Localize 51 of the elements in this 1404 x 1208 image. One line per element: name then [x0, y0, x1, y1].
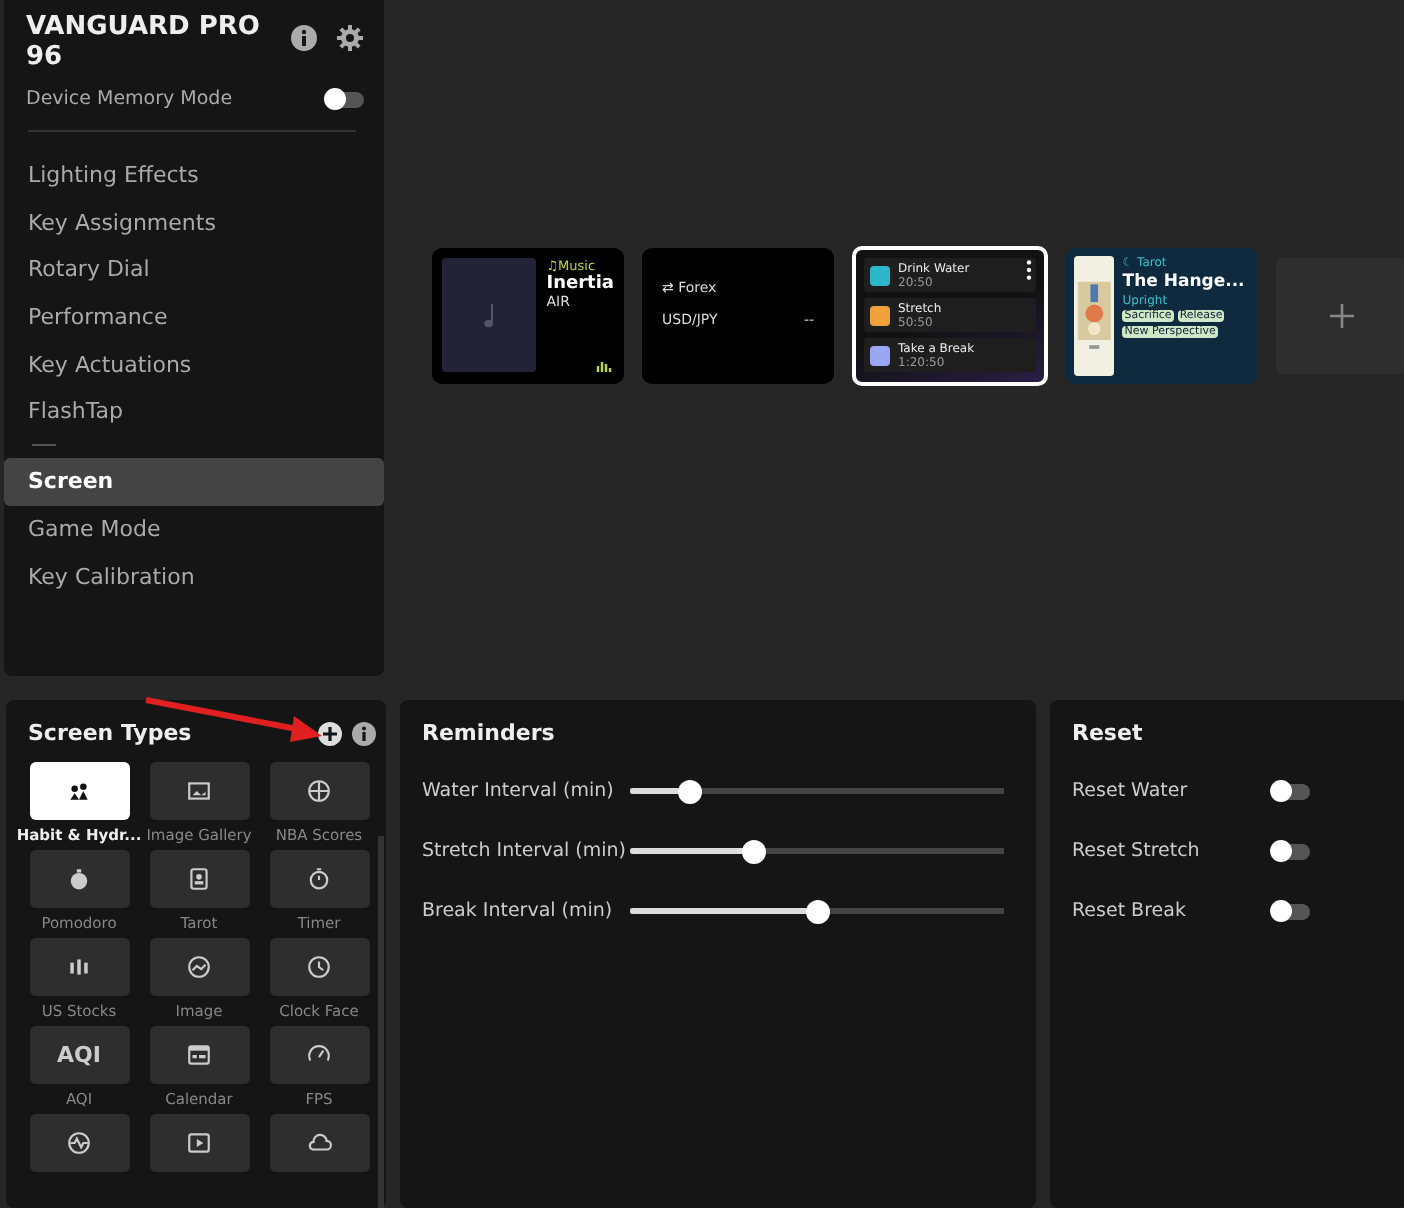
nav-item[interactable]: FlashTap — [4, 388, 384, 437]
nav-item[interactable]: Game Mode — [4, 505, 384, 553]
photo-icon — [186, 954, 212, 980]
info-icon[interactable] — [352, 721, 376, 745]
equalizer-icon — [596, 362, 612, 372]
tarot-card-drawing — [1074, 256, 1115, 376]
nav-item[interactable]: Rotary Dial — [4, 246, 384, 295]
nav-item[interactable]: Key Assignments — [4, 199, 384, 247]
panel-title: Reminders — [422, 720, 557, 746]
info-icon[interactable] — [290, 24, 318, 52]
setting-label: Device Memory Mode — [26, 88, 233, 110]
toggle-switch[interactable] — [1274, 783, 1310, 799]
toggle-switch[interactable] — [328, 91, 364, 107]
panel-title: Reset — [1072, 720, 1145, 746]
slider-thumb[interactable] — [677, 779, 702, 803]
toggle-switch[interactable] — [1274, 903, 1310, 919]
toggle-switch[interactable] — [1274, 843, 1310, 859]
nav-item[interactable]: Key Actuations — [4, 341, 384, 389]
slider-label: Stretch Interval (min) — [422, 840, 629, 862]
nav-item[interactable]: Lighting Effects — [4, 152, 384, 200]
toggle-label: Reset Stretch — [1072, 840, 1202, 862]
timer-icon — [66, 866, 92, 892]
candlestick-icon — [66, 954, 92, 980]
plus-icon — [1328, 302, 1356, 330]
stopwatch-icon — [306, 866, 332, 892]
slider-thumb[interactable] — [741, 839, 766, 863]
toggle-label: Reset Break — [1072, 900, 1188, 922]
more-icon — [1026, 260, 1032, 280]
clock-icon — [306, 954, 332, 980]
add-icon[interactable] — [318, 721, 342, 745]
people-icon — [66, 778, 92, 804]
toggle-label: Reset Water — [1072, 780, 1190, 802]
slider-label: Water Interval (min) — [422, 780, 616, 802]
globe-icon — [306, 778, 332, 804]
device-name: VANGUARD PRO 96 — [26, 12, 262, 72]
tile-glyph: AQI — [57, 1042, 101, 1068]
slider-thumb[interactable] — [805, 899, 829, 923]
slider-label: Break Interval (min) — [422, 900, 615, 922]
track-title: Inertia — [546, 274, 614, 294]
card-title: The Hange... — [1122, 272, 1247, 292]
panel-title: Screen Types — [26, 720, 194, 746]
play-icon — [186, 1130, 212, 1156]
cloud-icon — [306, 1130, 332, 1156]
pulse-icon — [66, 1130, 92, 1156]
nav-item[interactable]: Key Calibration — [4, 553, 384, 601]
nav-item[interactable]: Performance — [4, 294, 384, 342]
image-icon — [186, 778, 212, 804]
settings-icon[interactable] — [336, 24, 364, 52]
calendar-icon — [186, 1042, 212, 1068]
card-icon — [186, 866, 212, 892]
nav-item[interactable]: Screen — [4, 458, 384, 506]
